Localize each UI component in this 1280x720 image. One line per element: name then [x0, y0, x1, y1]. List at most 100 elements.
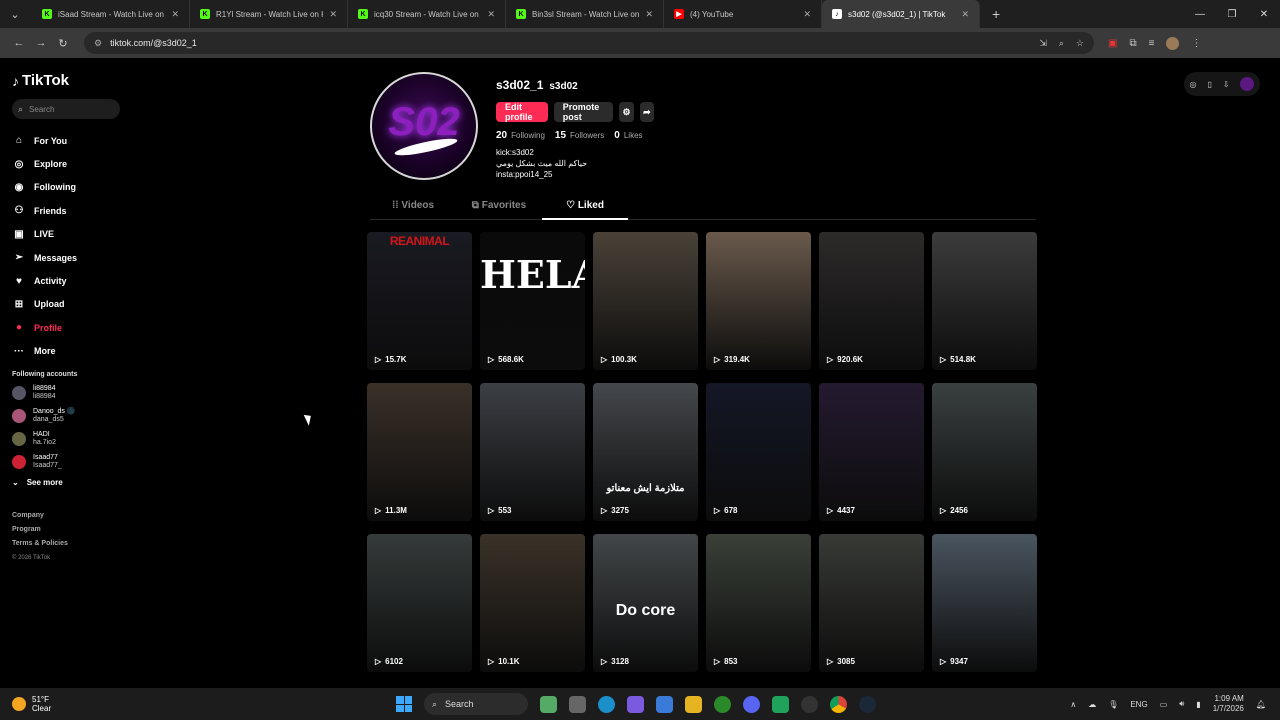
extensions-icon[interactable]: ⧉: [1129, 38, 1136, 49]
sidebar-item-activity[interactable]: ♥ Activity: [12, 269, 130, 292]
browser-tab[interactable]: ▶ (4) YouTube ✕: [664, 0, 822, 28]
following-account[interactable]: Danoo_ds 🌑 dana_ds5: [12, 405, 130, 428]
sidebar-item-explore[interactable]: ◎ Explore: [12, 152, 130, 175]
tab-close-icon[interactable]: ✕: [961, 9, 969, 20]
extension-badge-icon[interactable]: ▣: [1108, 38, 1117, 49]
forward-icon[interactable]: →: [30, 37, 52, 49]
tray-chevron-icon[interactable]: ∧: [1070, 700, 1076, 709]
chrome-icon[interactable]: [830, 695, 847, 713]
language-indicator[interactable]: ENG: [1130, 700, 1147, 709]
mic-icon[interactable]: 🎙︎: [1108, 700, 1118, 709]
browser-tab[interactable]: Kicq30 Stream - Watch Live on Kick ✕: [348, 0, 506, 28]
sidebar-item-profile[interactable]: ● Profile: [12, 316, 130, 339]
close-window-icon[interactable]: ✕: [1248, 0, 1280, 28]
coins-icon[interactable]: ◎: [1189, 80, 1196, 89]
video-card[interactable]: ▷ 9347: [932, 534, 1037, 672]
discord-icon[interactable]: [743, 695, 760, 713]
sidebar-item-live[interactable]: ▣ LIVE: [12, 223, 130, 246]
video-card[interactable]: ▷ 678: [706, 383, 811, 521]
task-view-icon[interactable]: [540, 695, 557, 713]
profile-avatar[interactable]: S02: [370, 72, 478, 180]
steam-app-icon[interactable]: [801, 695, 818, 713]
video-card[interactable]: ▷ 100.3K: [593, 232, 698, 370]
bookmark-star-icon[interactable]: ☆: [1076, 38, 1084, 49]
cloud-icon[interactable]: ☁: [1088, 700, 1096, 709]
xbox-icon[interactable]: [714, 695, 731, 713]
steam-icon[interactable]: [859, 695, 876, 713]
sidebar-item-more[interactable]: ··· More: [12, 340, 130, 363]
video-card[interactable]: ▷ 319.4K: [706, 232, 811, 370]
battery-icon[interactable]: ▮: [1196, 700, 1200, 709]
video-card[interactable]: ▷ 10.1K: [480, 534, 585, 672]
tab-videos[interactable]: ⁞⁞ Videos: [370, 196, 456, 219]
taskbar-search[interactable]: ⌕ Search: [424, 693, 528, 715]
footer-link-program[interactable]: Program: [12, 523, 130, 537]
video-card[interactable]: ▷ 920.6K: [819, 232, 924, 370]
video-card[interactable]: ▷ 853: [706, 534, 811, 672]
weather-widget[interactable]: 51°F Clear: [12, 695, 51, 713]
device-icon[interactable]: ▯: [1207, 80, 1211, 89]
video-card[interactable]: Do core ▷ 3128: [593, 534, 698, 672]
browser-tab[interactable]: KiSaad Stream - Watch Live on Kick ✕: [32, 0, 190, 28]
notification-icon[interactable]: 🔔︎: [1256, 700, 1266, 709]
tab-favorites[interactable]: ⧉ Favorites: [456, 196, 542, 219]
video-card[interactable]: ▷ 6102: [367, 534, 472, 672]
tab-close-icon[interactable]: ✕: [803, 9, 811, 20]
tab-liked[interactable]: ♡ Liked: [542, 196, 628, 220]
search-input[interactable]: ⌕ Search: [12, 99, 120, 119]
green-app-icon[interactable]: [772, 695, 789, 713]
sidebar-item-upload[interactable]: ⊞ Upload: [12, 293, 130, 316]
followers-stat[interactable]: 15 Followers: [555, 130, 604, 141]
sidebar-item-following[interactable]: ◉ Following: [12, 176, 130, 199]
tab-close-icon[interactable]: ✕: [645, 9, 653, 20]
footer-link-terms[interactable]: Terms & Policies: [12, 537, 130, 551]
network-icon[interactable]: ▭: [1160, 700, 1168, 709]
browser-tab[interactable]: K Bin3sl Stream - Watch Live on Kick ✕: [506, 0, 664, 28]
settings-icon[interactable]: ⚙: [619, 102, 634, 122]
site-info-icon[interactable]: ⚙: [94, 38, 102, 49]
windows-start-icon[interactable]: [396, 696, 412, 712]
edit-profile-button[interactable]: Edit profile: [496, 102, 548, 122]
tab-search-icon[interactable]: ⌄: [4, 8, 26, 21]
browser-profile-avatar[interactable]: [1166, 36, 1180, 50]
reload-icon[interactable]: ↻: [52, 37, 74, 50]
share-icon[interactable]: ➦: [639, 102, 655, 122]
browser-tab[interactable]: ♪ s3d02 (@s3d02_1) | TikTok ✕: [822, 0, 980, 28]
sidebar-item-messages[interactable]: ➢ Messages: [12, 246, 130, 269]
video-card[interactable]: ▷ 514.8K: [932, 232, 1037, 370]
tab-close-icon[interactable]: ✕: [171, 9, 179, 20]
video-card[interactable]: ▷ 2456: [932, 383, 1037, 521]
see-more-button[interactable]: ⌄ See more: [12, 478, 130, 487]
maximize-icon[interactable]: ❐: [1216, 0, 1248, 28]
video-card[interactable]: متلازمة ايش معناتو ▷ 3275: [593, 383, 698, 521]
video-card[interactable]: ▷ 4437: [819, 383, 924, 521]
store-icon[interactable]: [656, 695, 673, 713]
footer-link-company[interactable]: Company: [12, 509, 130, 523]
back-icon[interactable]: ←: [8, 37, 30, 49]
video-card[interactable]: ▷ 3085: [819, 534, 924, 672]
edge-icon[interactable]: [598, 695, 615, 713]
sidebar-item-friends[interactable]: ⚇ Friends: [12, 199, 130, 222]
volume-icon[interactable]: 🔊︎: [1179, 699, 1184, 709]
reading-list-icon[interactable]: ≡: [1149, 38, 1155, 49]
user-avatar-small[interactable]: [1240, 77, 1255, 91]
clock[interactable]: 1:09 AM 1/7/2026: [1213, 694, 1244, 714]
video-card[interactable]: ▷ 11.3M: [367, 383, 472, 521]
zoom-icon[interactable]: ⌕: [1059, 38, 1064, 49]
following-account[interactable]: li88984 li88984: [12, 382, 130, 405]
following-account[interactable]: HADI ha.7io2: [12, 428, 130, 451]
minimize-icon[interactable]: —: [1184, 0, 1216, 28]
following-account[interactable]: Isaad77 Isaad77_: [12, 451, 130, 474]
tab-close-icon[interactable]: ✕: [487, 9, 495, 20]
following-stat[interactable]: 20 Following: [496, 130, 545, 141]
tab-close-icon[interactable]: ✕: [329, 9, 337, 20]
tiktok-logo[interactable]: ♪ TikTok: [12, 72, 130, 89]
browser-tab[interactable]: K R1Yl Stream - Watch Live on Kick ✕: [190, 0, 348, 28]
video-card[interactable]: ▷ 553: [480, 383, 585, 521]
download-icon[interactable]: ⇩: [1223, 80, 1230, 89]
video-card[interactable]: REANIMAL ▷ 15.7K: [367, 232, 472, 370]
promote-post-button[interactable]: Promote post: [553, 102, 614, 122]
folder-icon[interactable]: [685, 695, 702, 713]
url-field[interactable]: ⚙ tiktok.com/@s3d02_1 ⇲ ⌕ ☆: [84, 32, 1094, 54]
copilot-icon[interactable]: [627, 695, 644, 713]
